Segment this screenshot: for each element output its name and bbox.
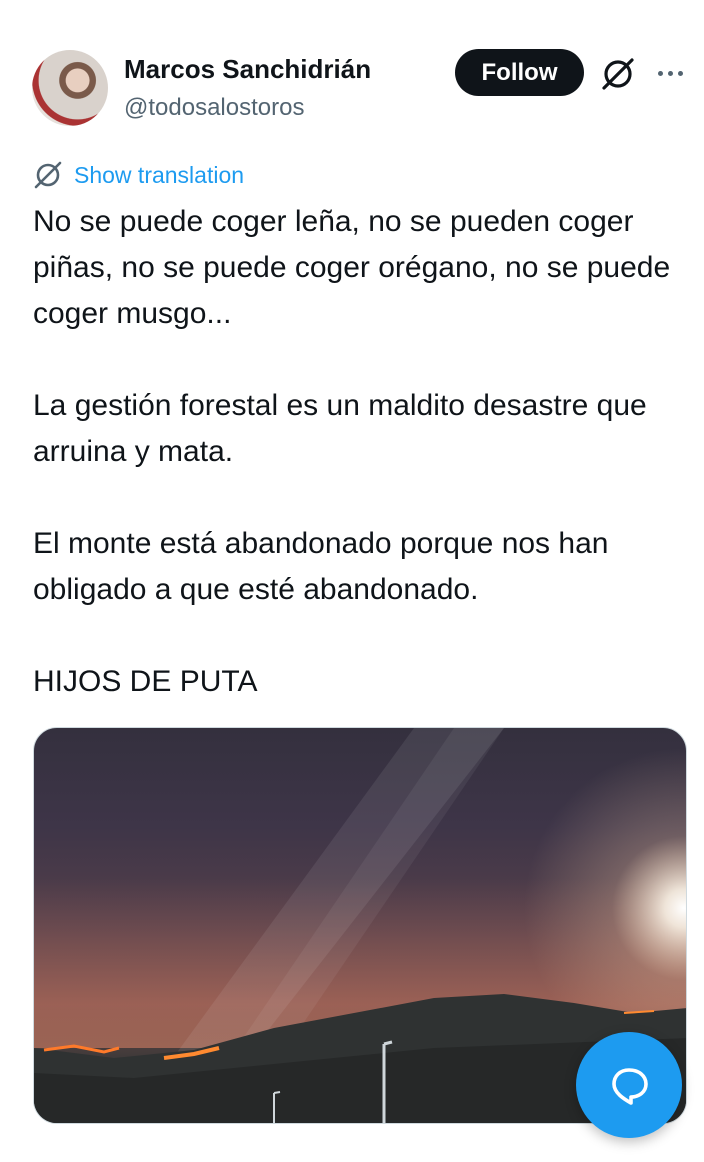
show-translation-link[interactable]: Show translation bbox=[32, 159, 244, 191]
author-handle[interactable]: @todosalostoros bbox=[124, 94, 304, 122]
more-icon[interactable] bbox=[652, 58, 688, 88]
tweet-paragraph: HIJOS DE PUTA bbox=[33, 665, 258, 698]
show-translation-label: Show translation bbox=[74, 161, 245, 188]
author-name[interactable]: Marcos Sanchidrián bbox=[124, 54, 371, 85]
more-dot bbox=[657, 70, 663, 76]
grok-icon[interactable] bbox=[598, 56, 638, 92]
compose-reply-button[interactable] bbox=[576, 1032, 682, 1138]
more-dot bbox=[677, 70, 683, 76]
follow-button[interactable]: Follow bbox=[455, 49, 584, 96]
tweet-header: Marcos Sanchidrián @todosalostoros Follo… bbox=[0, 0, 704, 150]
tweet-paragraph: La gestión forestal es un maldito desast… bbox=[33, 389, 647, 468]
avatar[interactable] bbox=[32, 50, 108, 126]
translate-icon bbox=[34, 161, 62, 189]
tweet-paragraph: No se puede coger leña, no se pueden cog… bbox=[33, 205, 671, 330]
tweet-paragraph: El monte está abandonado porque nos han … bbox=[33, 527, 609, 606]
more-dot bbox=[667, 70, 673, 76]
chat-bubble-icon bbox=[612, 1068, 648, 1105]
tweet-text: No se puede coger leña, no se pueden cog… bbox=[33, 199, 683, 705]
